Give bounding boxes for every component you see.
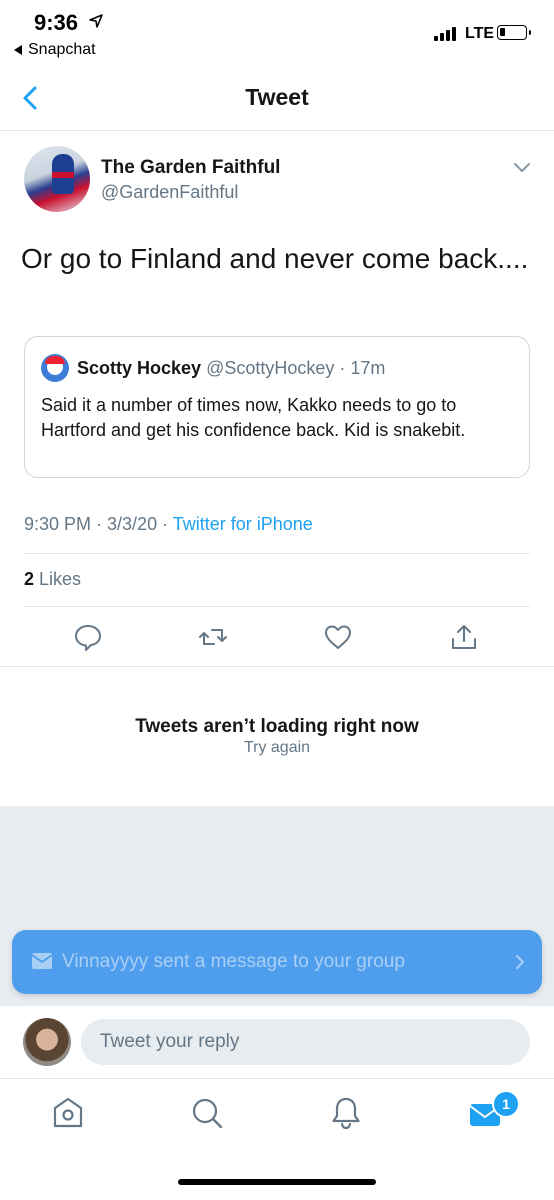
quoted-tweet-text: Said it a number of times now, Kakko nee… — [41, 395, 466, 440]
chevron-down-icon[interactable] — [512, 160, 532, 176]
author-avatar[interactable] — [24, 146, 90, 212]
network-label: LTE — [465, 25, 495, 42]
like-icon[interactable] — [323, 622, 353, 652]
messages-badge: 1 — [492, 1090, 520, 1118]
likes-number: 2 — [24, 569, 35, 589]
notifications-icon[interactable] — [329, 1095, 363, 1131]
reply-input[interactable]: Tweet your reply — [81, 1019, 530, 1065]
share-icon[interactable] — [449, 622, 479, 652]
back-triangle-icon — [14, 45, 22, 55]
error-message: Tweets aren’t loading right now — [135, 716, 419, 737]
quoted-author-name: Scotty Hockey — [77, 358, 202, 378]
quoted-author-handle: @ScottyHockey — [206, 358, 335, 378]
page-title: Tweet — [245, 84, 309, 110]
location-arrow-icon — [89, 14, 103, 28]
battery-icon — [497, 25, 531, 40]
tweet-text: Or go to Finland and never come back.... — [21, 243, 529, 274]
reply-bar: Tweet your reply — [0, 1006, 554, 1078]
back-to-app-link[interactable]: Snapchat — [14, 41, 96, 59]
tweet-meta: 9:30 PM · 3/3/20 · Twitter for iPhone — [24, 514, 313, 535]
author-handle[interactable]: @GardenFaithful — [101, 182, 238, 203]
notification-banner[interactable]: Vinnayyyy sent a message to your group — [12, 930, 542, 994]
divider — [24, 606, 530, 607]
divider — [24, 553, 530, 554]
try-again-link[interactable]: Try again — [0, 739, 554, 757]
quoted-age: · 17m — [334, 358, 386, 378]
reply-icon[interactable] — [73, 622, 103, 652]
status-time: 9:36 — [34, 10, 79, 35]
back-app-label: Snapchat — [28, 41, 96, 58]
likes-label: Likes — [34, 569, 82, 589]
envelope-icon — [31, 953, 53, 969]
user-avatar[interactable] — [23, 1018, 71, 1066]
quoted-author-avatar — [41, 354, 69, 382]
banner-text: Vinnayyyy sent a message to your group — [62, 951, 405, 972]
author-name[interactable]: The Garden Faithful — [101, 157, 280, 179]
divider — [0, 1078, 554, 1079]
divider — [0, 130, 554, 131]
signal-icon — [434, 27, 456, 41]
retweet-icon[interactable] — [198, 622, 228, 652]
home-icon[interactable] — [51, 1095, 85, 1131]
tweet-timestamp: 9:30 PM · 3/3/20 · — [24, 514, 173, 534]
tweet-source-link[interactable]: Twitter for iPhone — [173, 514, 313, 534]
search-icon[interactable] — [190, 1095, 224, 1131]
quoted-tweet-card[interactable]: Scotty Hockey @ScottyHockey · 17m Said i… — [24, 336, 530, 478]
divider — [0, 666, 554, 667]
home-indicator — [178, 1179, 376, 1185]
likes-count[interactable]: 2 Likes — [24, 569, 81, 590]
chevron-right-icon — [516, 955, 524, 969]
